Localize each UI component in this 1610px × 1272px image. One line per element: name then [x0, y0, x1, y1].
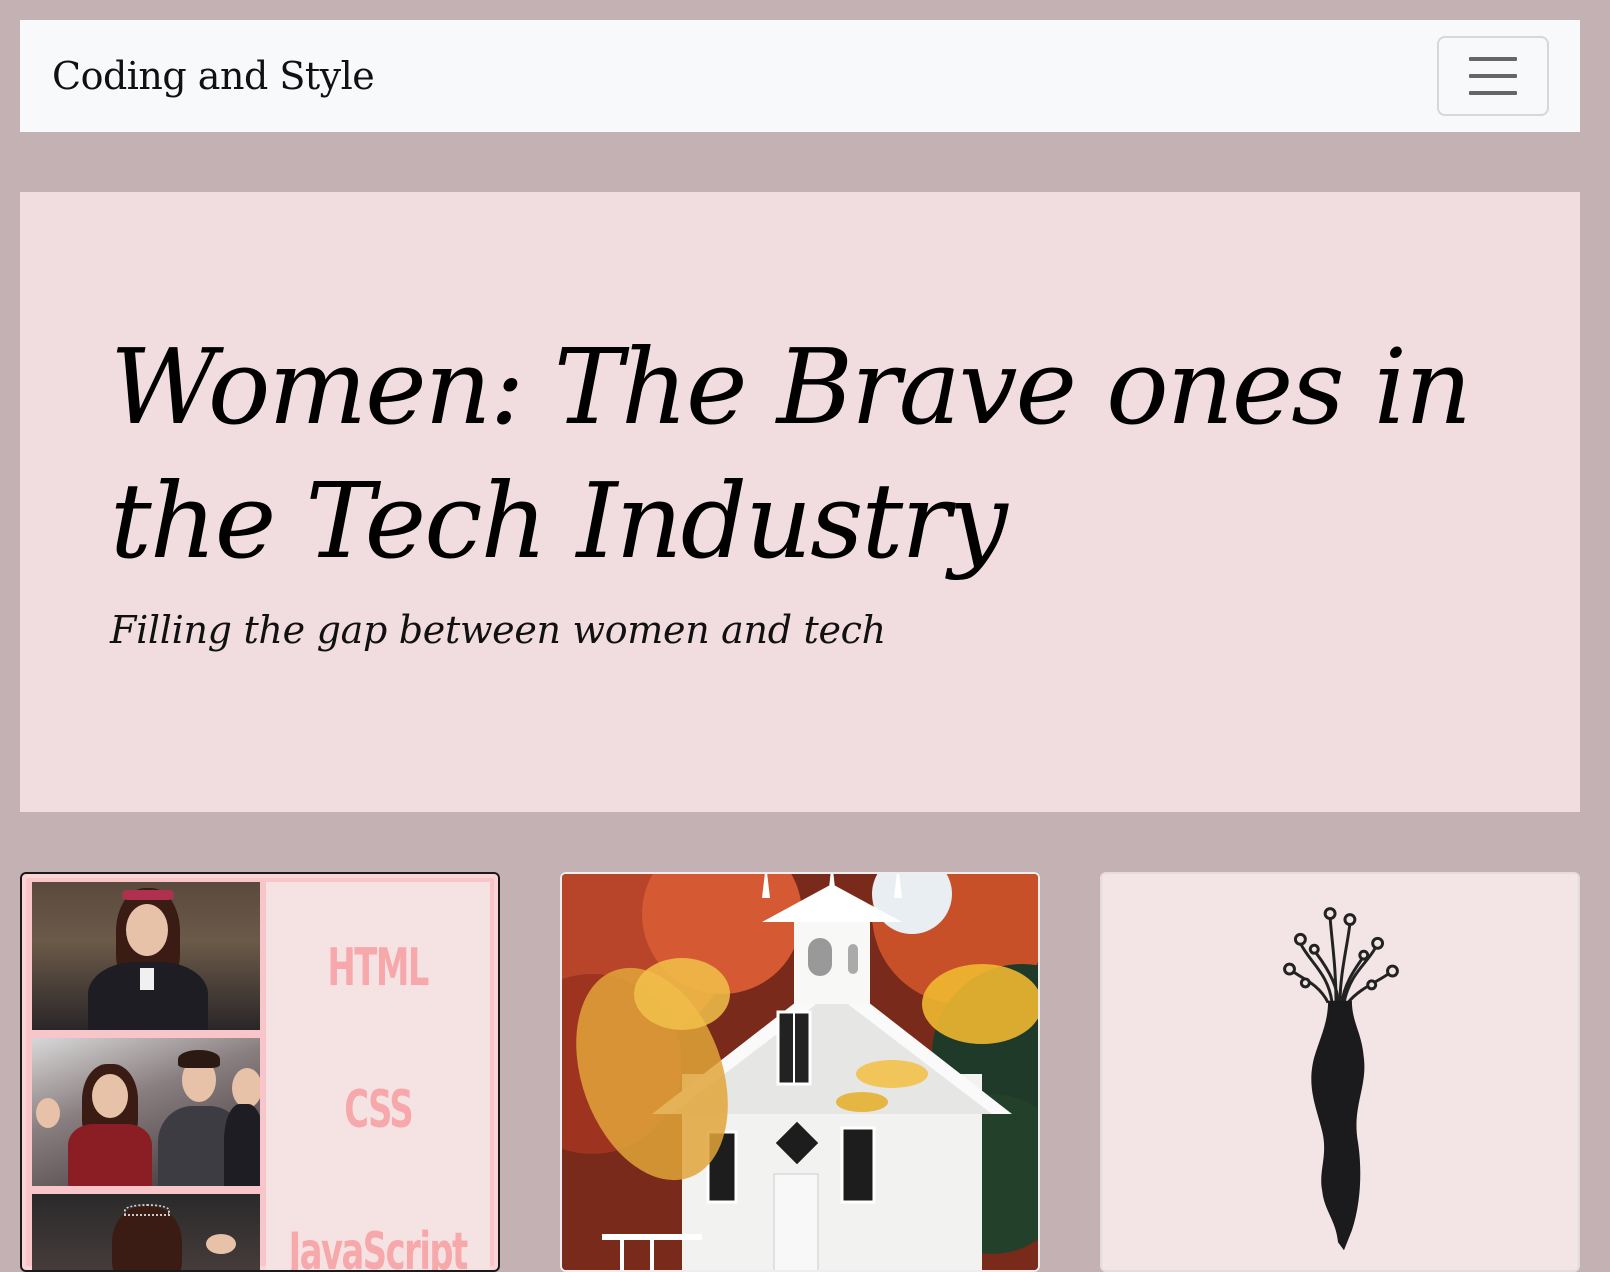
hero-title: Women: The Brave ones in the Tech Indust… — [110, 326, 1472, 582]
navbar: Coding and Style — [20, 20, 1580, 132]
hamburger-menu-icon-bar — [1469, 91, 1517, 95]
collage-image: HTML CSS JavaScript — [26, 878, 494, 1270]
hamburger-menu-icon — [1469, 57, 1517, 61]
language-label: HTML — [327, 938, 430, 998]
collage-photo — [32, 1194, 260, 1270]
circuit-vase-image — [1102, 874, 1578, 1270]
hero-subtitle: Filling the gap between women and tech — [110, 608, 886, 652]
brand-link[interactable]: Coding and Style — [52, 54, 375, 98]
collage-photo — [32, 882, 260, 1030]
card-church[interactable] — [560, 872, 1040, 1272]
navbar-toggler-button[interactable] — [1437, 36, 1549, 116]
church-image — [562, 874, 1038, 1270]
card-silhouette[interactable] — [1100, 872, 1580, 1272]
language-label: JavaScript — [288, 1222, 469, 1272]
card-grid: HTML CSS JavaScript — [20, 872, 1580, 1272]
language-label: CSS — [344, 1080, 413, 1140]
hamburger-menu-icon-bar — [1469, 74, 1517, 78]
hero-jumbotron: Women: The Brave ones in the Tech Indust… — [20, 192, 1580, 812]
languages-panel: HTML CSS JavaScript — [266, 882, 490, 1272]
collage-photo — [32, 1038, 260, 1186]
card-collage[interactable]: HTML CSS JavaScript — [20, 872, 500, 1272]
